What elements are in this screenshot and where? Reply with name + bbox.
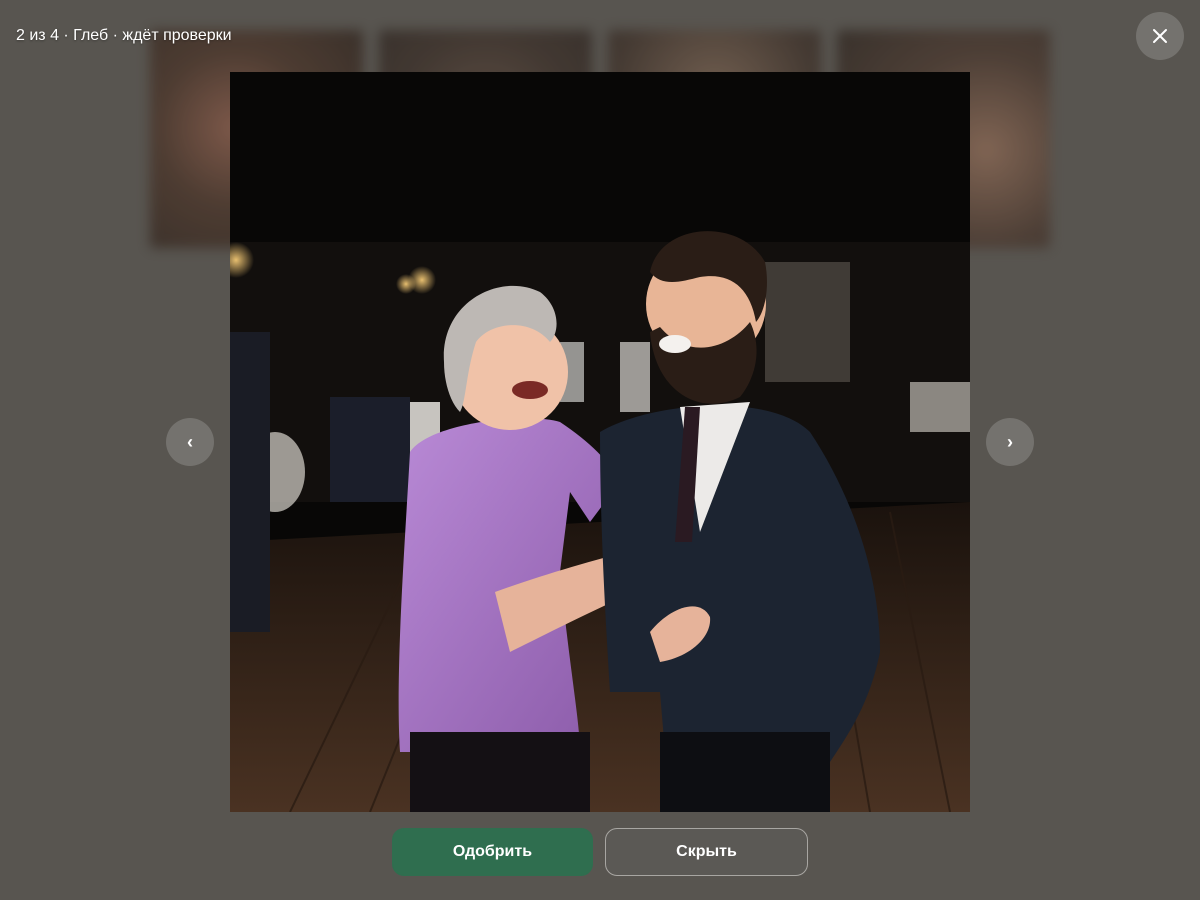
photo-lightbox: 2 из 4 · Глеб · ждёт проверки ‹ › Одобри… bbox=[0, 0, 1200, 900]
main-photo bbox=[230, 72, 970, 812]
moderation-actions: Одобрить Скрыть bbox=[392, 828, 808, 876]
chevron-right-icon: › bbox=[1007, 431, 1013, 452]
chevron-left-icon: ‹ bbox=[187, 431, 193, 452]
close-button[interactable] bbox=[1136, 12, 1184, 60]
hide-button[interactable]: Скрыть bbox=[605, 828, 808, 876]
photo-illustration bbox=[230, 72, 970, 812]
approve-button[interactable]: Одобрить bbox=[392, 828, 593, 876]
close-icon bbox=[1153, 29, 1167, 43]
previous-photo-button[interactable]: ‹ bbox=[166, 418, 214, 466]
next-photo-button[interactable]: › bbox=[986, 418, 1034, 466]
photo-counter-status: 2 из 4 · Глеб · ждёт проверки bbox=[16, 27, 232, 44]
